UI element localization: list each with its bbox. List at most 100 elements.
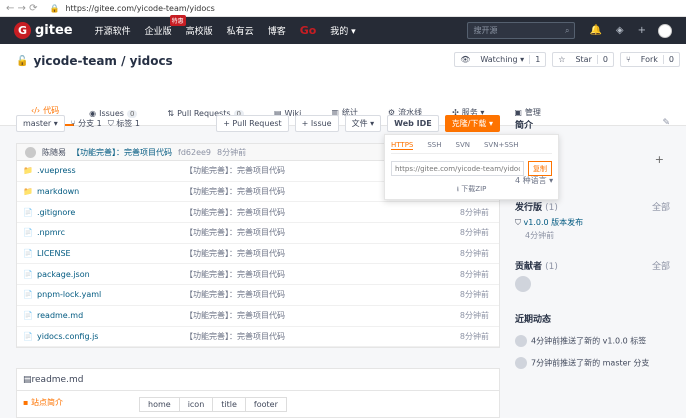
gitee-logo[interactable]: G gitee [14,22,73,39]
file-name[interactable]: readme.md [37,311,185,320]
contributors-all-link[interactable]: 全部 [652,259,670,272]
user-avatar[interactable] [658,23,672,38]
watch-button[interactable]: 👁 Watching ▾ 1 [454,52,547,67]
tab-svn[interactable]: SVN [456,141,470,150]
tab-https[interactable]: HTTPS [391,141,414,150]
location-icon[interactable]: ◈ [616,25,624,36]
file-commit-message[interactable]: 【功能完善】：完善项目代码 [185,331,449,342]
file-name[interactable]: markdown [37,187,185,196]
clone-url-input[interactable] [391,161,524,176]
commit-sha[interactable]: fd62ee9 [178,148,211,157]
file-time: 8分钟前 [459,290,489,300]
file-icon: 📄 [23,290,33,300]
repo-title: 🔓 yicode-team / yidocs [16,54,173,68]
release-link[interactable]: v1.0.0 版本发布 [524,218,584,227]
intro-heading: 简介 ✎ [515,118,670,131]
pull-request-button[interactable]: + Pull Request [216,114,289,132]
file-time: 8分钟前 [459,207,489,217]
issue-button[interactable]: + Issue [294,114,339,132]
branch-count-link[interactable]: ⑂ 分支 1 [71,118,102,129]
activity-heading: 近期动态 [515,315,552,325]
contributors-heading: 贡献者 (1) 全部 [515,259,670,272]
intro-body: + [515,135,670,175]
nav-item-private-cloud[interactable]: 私有云 [227,24,254,37]
file-name[interactable]: LICENSE [37,249,185,258]
language-stats[interactable]: 4 种语言 ▾ [515,175,670,186]
readme-icon: ▤ [23,374,32,385]
file-name[interactable]: .vuepress [37,166,185,175]
file-commit-message[interactable]: 【功能完善】：完善项目代码 [185,207,449,218]
file-name[interactable]: package.json [37,270,185,279]
readme-panel: ▤ readme.md ▪ 站点简介 home icon title foote… [16,368,500,418]
release-time: 4分钟前 [525,231,555,240]
file-name[interactable]: pnpm-lock.yaml [37,290,185,299]
file-row[interactable]: 📄 package.json 【功能完善】：完善项目代码 8分钟前 [17,264,499,286]
fork-button[interactable]: ⑂ Fork 0 [619,52,680,67]
plus-icon[interactable]: + [638,25,646,36]
file-time: 8分钟前 [459,249,489,259]
clone-download-button[interactable]: 克隆/下载 ▾ [444,114,500,132]
nav-item-opensource[interactable]: 开源软件 [95,24,131,37]
toolbar-right: + Pull Request + Issue 文件 ▾ Web IDE 克隆/下… [216,114,500,132]
commit-author[interactable]: 陈随易 [42,147,66,158]
commit-time: 8分钟前 [217,147,247,157]
contributor-avatar[interactable] [515,276,531,292]
file-row[interactable]: 📄 .npmrc 【功能完善】：完善项目代码 8分钟前 [17,223,499,244]
browser-nav-icons[interactable]: ← → ⟳ [6,3,38,14]
file-row[interactable]: 📄 readme.md 【功能完善】：完善项目代码 8分钟前 [17,306,499,327]
fork-icon: ⑂ [625,55,631,64]
file-row[interactable]: 📄 pnpm-lock.yaml 【功能完善】：完善项目代码 8分钟前 [17,285,499,306]
nav-item-enterprise[interactable]: 企业版 特惠 [145,15,186,37]
star-button[interactable]: ☆ Star 0 [552,52,614,67]
nav-item-education[interactable]: 高校版 [186,24,213,37]
file-row[interactable]: 📄 LICENSE 【功能完善】：完善项目代码 8分钟前 [17,244,499,265]
file-commit-message[interactable]: 【功能完善】：完善项目代码 [185,269,449,280]
file-name[interactable]: yidocs.config.js [37,332,185,341]
tag-count-link[interactable]: ⛉ 标签 1 [108,118,140,129]
release-all-link[interactable]: 全部 [652,200,670,213]
nav-item-go[interactable]: Go [300,24,317,37]
commit-author-avatar[interactable] [25,146,36,158]
file-icon: 📄 [23,228,33,238]
release-heading: 发行版 (1) 全部 [515,200,670,213]
tab-svn-ssh[interactable]: SVN+SSH [484,141,518,150]
commit-message[interactable]: 【功能完善】：完善项目代码 [72,147,172,158]
add-icon[interactable]: + [655,153,664,166]
file-time: 8分钟前 [459,311,489,321]
search-input[interactable]: 搜开源 ⌕ [467,22,576,39]
file-icon: 📄 [23,207,33,217]
branch-select[interactable]: master ▾ [16,114,65,132]
file-commit-message[interactable]: 【功能完善】：完善项目代码 [185,227,449,238]
repo-lock-icon: 🔓 [16,55,29,67]
manage-icon: ▣ [514,108,522,117]
file-row[interactable]: 📄 .gitignore 【功能完善】：完善项目代码 8分钟前 [17,202,499,224]
file-icon: 📄 [23,269,33,279]
file-commit-message[interactable]: 【功能完善】：完善项目代码 [185,310,449,321]
file-row[interactable]: 📄 yidocs.config.js 【功能完善】：完善项目代码 8分钟前 [17,327,499,348]
web-ide-button[interactable]: Web IDE [387,114,439,132]
repo-actions: 👁 Watching ▾ 1 ☆ Star 0 ⑂ Fork 0 [454,52,680,67]
url-text[interactable]: https://gitee.com/yicode-team/yidocs [65,4,214,13]
file-icon: 📄 [23,249,33,259]
file-name[interactable]: .gitignore [37,208,185,217]
repo-toolbar: master ▾ ⑂ 分支 1 ⛉ 标签 1 + Pull Request + … [16,112,500,134]
nav-item-blog[interactable]: 博客 [268,24,286,37]
file-menu-button[interactable]: 文件 ▾ [344,114,382,132]
promo-badge: 特惠 [169,15,186,26]
file-commit-message[interactable]: 【功能完善】：完善项目代码 [185,248,449,259]
readme-toc-item[interactable]: ▪ 站点简介 [23,397,133,412]
file-commit-message[interactable]: 【功能完善】：完善项目代码 [185,289,449,300]
bell-icon[interactable]: 🔔 [589,25,601,36]
activity-avatar[interactable] [515,357,527,369]
activity-avatar[interactable] [515,335,527,347]
readme-header: ▤ readme.md [17,369,499,392]
file-name[interactable]: .npmrc [37,228,185,237]
release-item: ⛉ v1.0.0 版本发布 [515,217,670,228]
gitee-logo-icon: G [14,22,31,39]
tab-ssh[interactable]: SSH [427,141,441,150]
browser-address-bar: ← → ⟳ 🔒 https://gitee.com/yicode-team/yi… [0,0,686,17]
nav-item-mine[interactable]: 我的 ▾ [330,24,355,37]
top-navigation: G gitee 开源软件 企业版 特惠 高校版 私有云 博客 Go 我的 ▾ 搜开… [0,15,686,44]
file-icon: 📄 [23,311,33,321]
edit-icon[interactable]: ✎ [662,118,670,131]
